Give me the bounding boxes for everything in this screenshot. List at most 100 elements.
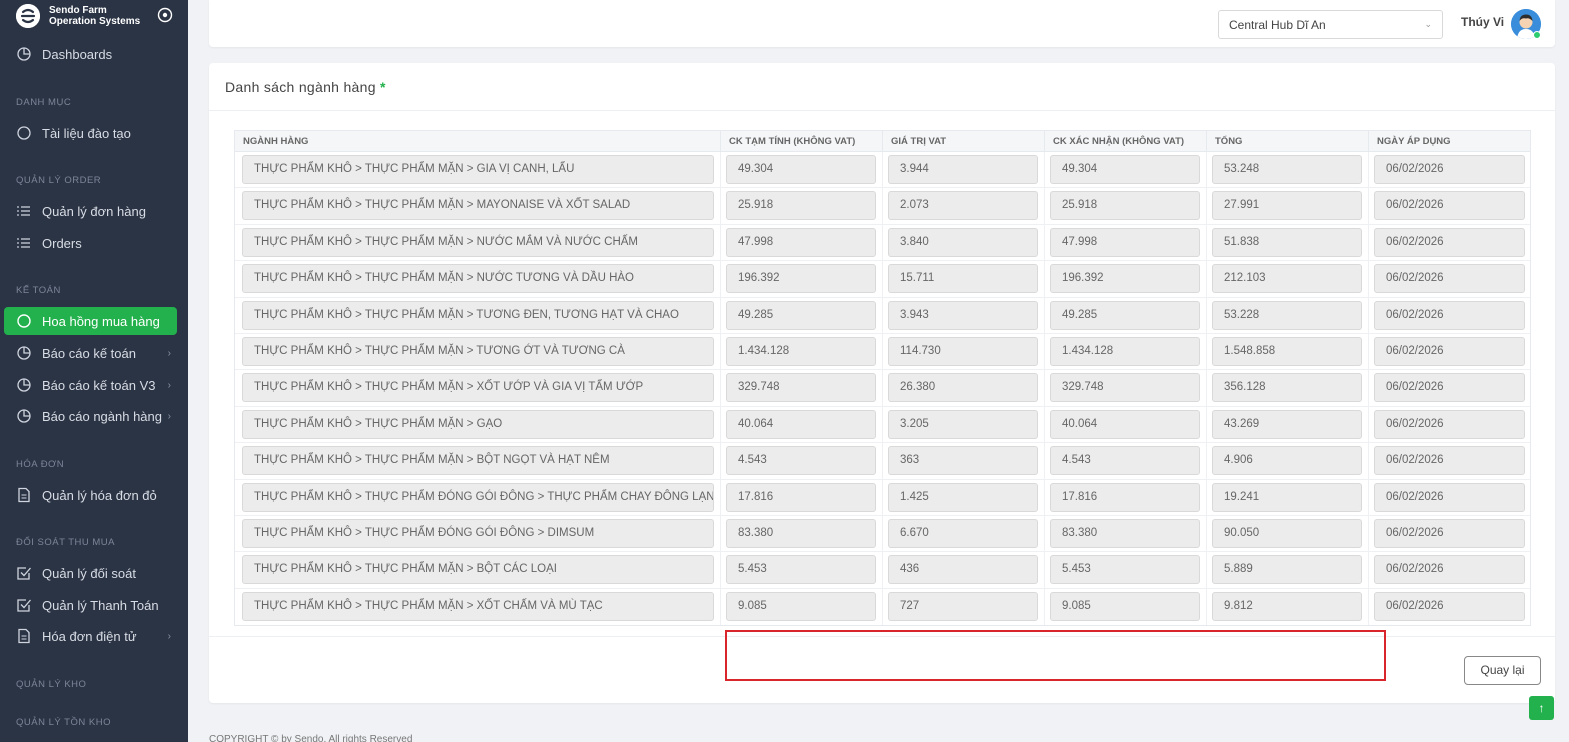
pie-chart-icon xyxy=(17,378,31,392)
value-field: 06/02/2026 xyxy=(1374,482,1525,512)
column-divider xyxy=(1044,515,1045,552)
column-divider xyxy=(1044,588,1045,626)
section-hoa-don: HÓA ĐƠN xyxy=(16,459,65,470)
value-field: 17.816 xyxy=(726,482,876,512)
circle-icon xyxy=(17,126,31,140)
value-field: 1.434.128 xyxy=(726,336,876,366)
chevron-right-icon: › xyxy=(167,631,171,642)
sidebar-item-label: Quản lý Thanh Toán xyxy=(42,597,159,613)
sidebar-item-quan-ly-don-hang[interactable]: Quản lý đơn hàng xyxy=(4,197,177,225)
value-field: 06/02/2026 xyxy=(1374,373,1525,403)
value-field: 26.380 xyxy=(888,373,1038,403)
brand[interactable]: Sendo Farm Operation Systems xyxy=(16,4,176,30)
value-field: 356.128 xyxy=(1212,373,1362,403)
value-field: 47.998 xyxy=(726,227,876,257)
sidebar-item-label: Quản lý hóa đơn đỏ xyxy=(42,487,157,503)
back-button[interactable]: Quay lại xyxy=(1464,656,1541,685)
table-row: THỰC PHẨM KHÔ > THỰC PHẨM MẶN > TƯƠNG ĐE… xyxy=(235,297,1530,334)
table-body: THỰC PHẨM KHÔ > THỰC PHẨM MẶN > GIA VỊ C… xyxy=(235,152,1530,626)
chevron-right-icon: › xyxy=(167,380,171,391)
top-header: Central Hub Dĩ An ⌄ Thúy Vi xyxy=(209,0,1555,47)
sidebar-item-tai-lieu[interactable]: Tài liệu đào tạo xyxy=(4,119,177,147)
value-field: 43.269 xyxy=(1212,409,1362,439)
column-divider xyxy=(1368,261,1369,297)
column-divider xyxy=(1368,188,1369,224)
column-divider xyxy=(720,224,721,261)
value-field: 06/02/2026 xyxy=(1374,409,1525,439)
scroll-to-top-button[interactable]: ↑ xyxy=(1529,696,1554,720)
value-field: 47.998 xyxy=(1050,227,1200,257)
category-field: THỰC PHẨM KHÔ > THỰC PHẨM MẶN > MAYONAIS… xyxy=(242,191,714,221)
hub-select[interactable]: Central Hub Dĩ An ⌄ xyxy=(1218,10,1443,39)
sidebar-item-hoa-hong[interactable]: Hoa hồng mua hàng xyxy=(4,307,177,335)
value-field: 3.205 xyxy=(888,409,1038,439)
sidebar-item-label: Orders xyxy=(42,235,82,251)
column-divider xyxy=(1206,370,1207,406)
sidebar-item-bao-cao-ke-toan[interactable]: Báo cáo kế toán › xyxy=(4,339,177,367)
document-icon xyxy=(18,628,30,644)
value-field: 40.064 xyxy=(726,409,876,439)
sidebar-item-quan-ly-thanh-toan[interactable]: Quản lý Thanh Toán xyxy=(4,591,177,619)
column-divider xyxy=(882,443,883,479)
value-field: 06/02/2026 xyxy=(1374,336,1525,366)
category-field: THỰC PHẨM KHÔ > THỰC PHẨM ĐÓNG GÓI ĐÔNG … xyxy=(242,482,714,512)
column-divider xyxy=(1206,188,1207,224)
column-header: GIÁ TRỊ VAT xyxy=(882,131,1044,152)
section-danh-muc: DANH MỤC xyxy=(16,97,72,108)
column-divider xyxy=(1368,297,1369,333)
column-divider xyxy=(1206,479,1207,515)
sidebar-item-quan-ly-doi-soat[interactable]: Quản lý đối soát xyxy=(4,559,177,587)
sidebar-item-bao-cao-nganh-hang[interactable]: Báo cáo ngành hàng › xyxy=(4,402,177,430)
table-row: THỰC PHẨM KHÔ > THỰC PHẨM MẶN > GẠO 40.06… xyxy=(235,406,1530,444)
column-divider xyxy=(720,261,721,297)
value-field: 83.380 xyxy=(726,518,876,548)
column-divider xyxy=(1368,406,1369,443)
column-divider xyxy=(882,479,883,515)
value-field: 196.392 xyxy=(726,264,876,294)
value-field: 17.816 xyxy=(1050,482,1200,512)
value-field: 1.434.128 xyxy=(1050,336,1200,366)
column-header: NGÀNH HÀNG xyxy=(243,136,309,147)
column-divider xyxy=(1044,370,1045,406)
value-field: 25.918 xyxy=(726,191,876,221)
hub-select-value: Central Hub Dĩ An xyxy=(1229,18,1326,32)
value-field: 5.453 xyxy=(726,555,876,585)
sidebar-item-bao-cao-ke-toan-v3[interactable]: Báo cáo kế toán V3 › xyxy=(4,371,177,399)
column-header: CK XÁC NHẬN (KHÔNG VAT) xyxy=(1044,131,1206,152)
category-field: THỰC PHẨM KHÔ > THỰC PHẨM MẶN > TƯƠNG ỚT… xyxy=(242,336,714,366)
value-field: 9.085 xyxy=(1050,591,1200,621)
sidebar-item-dashboards[interactable]: Dashboards xyxy=(4,40,177,68)
value-field: 4.543 xyxy=(1050,446,1200,476)
value-field: 9.812 xyxy=(1212,591,1362,621)
value-field: 4.543 xyxy=(726,446,876,476)
user-name[interactable]: Thúy Vi xyxy=(1461,15,1504,29)
column-divider xyxy=(882,297,883,333)
sidebar-item-label: Báo cáo kế toán V3 xyxy=(42,377,156,393)
sidebar-item-label: Tài liệu đào tạo xyxy=(42,125,131,141)
column-divider xyxy=(1368,552,1369,588)
column-divider xyxy=(720,479,721,515)
pie-chart-icon xyxy=(17,47,31,61)
page-title: Danh sách ngành hàng * xyxy=(225,79,386,95)
value-field: 9.085 xyxy=(726,591,876,621)
checkbox-icon xyxy=(17,599,31,612)
value-field: 53.248 xyxy=(1212,155,1362,184)
sidebar-item-hoa-don-dien-tu[interactable]: Hóa đơn điện tử › xyxy=(4,622,177,650)
sidebar-toggle-icon[interactable] xyxy=(157,7,173,23)
column-divider xyxy=(1368,333,1369,370)
value-field: 15.711 xyxy=(888,264,1038,294)
table-row: THỰC PHẨM KHÔ > THỰC PHẨM MẶN > XỐT ƯỚP … xyxy=(235,370,1530,407)
sidebar-item-label: Quản lý đơn hàng xyxy=(42,203,146,219)
table-row: THỰC PHẨM KHÔ > THỰC PHẨM MẶN > MAYONAIS… xyxy=(235,188,1530,225)
value-field: 363 xyxy=(888,446,1038,476)
value-field: 53.228 xyxy=(1212,300,1362,330)
value-field: 329.748 xyxy=(726,373,876,403)
sidebar-item-quan-ly-hoa-don-do[interactable]: Quản lý hóa đơn đỏ xyxy=(4,481,177,509)
sidebar-item-orders[interactable]: Orders xyxy=(4,229,177,257)
value-field: 5.453 xyxy=(1050,555,1200,585)
value-field: 1.425 xyxy=(888,482,1038,512)
column-divider xyxy=(882,224,883,261)
value-field: 727 xyxy=(888,591,1038,621)
card-title-text: Danh sách ngành hàng xyxy=(225,79,376,95)
sidebar-item-label: Quản lý đối soát xyxy=(42,565,136,581)
